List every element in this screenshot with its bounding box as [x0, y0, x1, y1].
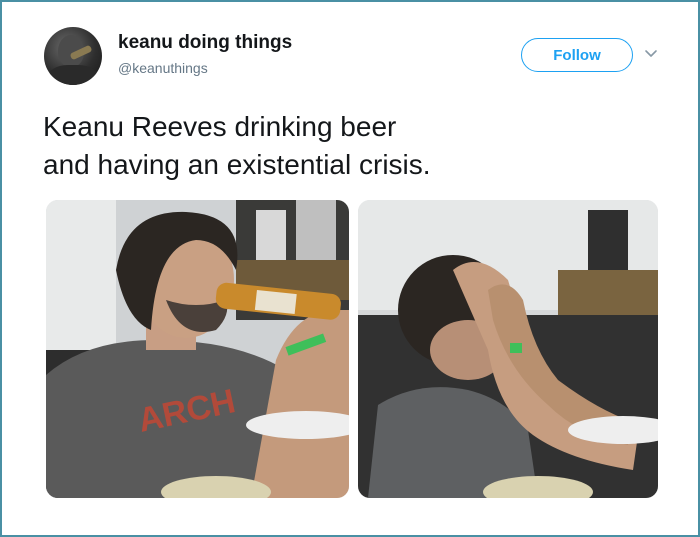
- photo-man-face-in-hands-icon: [358, 200, 658, 498]
- avatar[interactable]: [44, 27, 102, 85]
- avatar-body: [48, 65, 98, 85]
- follow-button[interactable]: Follow: [521, 38, 633, 72]
- tweet-card: keanu doing things @keanuthings Follow K…: [0, 0, 700, 537]
- tweet-text: Keanu Reeves drinking beer and having an…: [43, 108, 643, 184]
- tweet-photo-drinking[interactable]: ARCH: [46, 200, 349, 498]
- photo-man-drinking-beer-icon: ARCH: [46, 200, 349, 498]
- chevron-down-icon[interactable]: [643, 46, 659, 62]
- display-name[interactable]: keanu doing things: [118, 32, 292, 54]
- tweet-text-line: Keanu Reeves drinking beer: [43, 111, 397, 142]
- user-handle[interactable]: @keanuthings: [118, 60, 208, 76]
- tweet-text-line: and having an existential crisis.: [43, 149, 431, 180]
- tweet-photo-crisis[interactable]: [358, 200, 658, 498]
